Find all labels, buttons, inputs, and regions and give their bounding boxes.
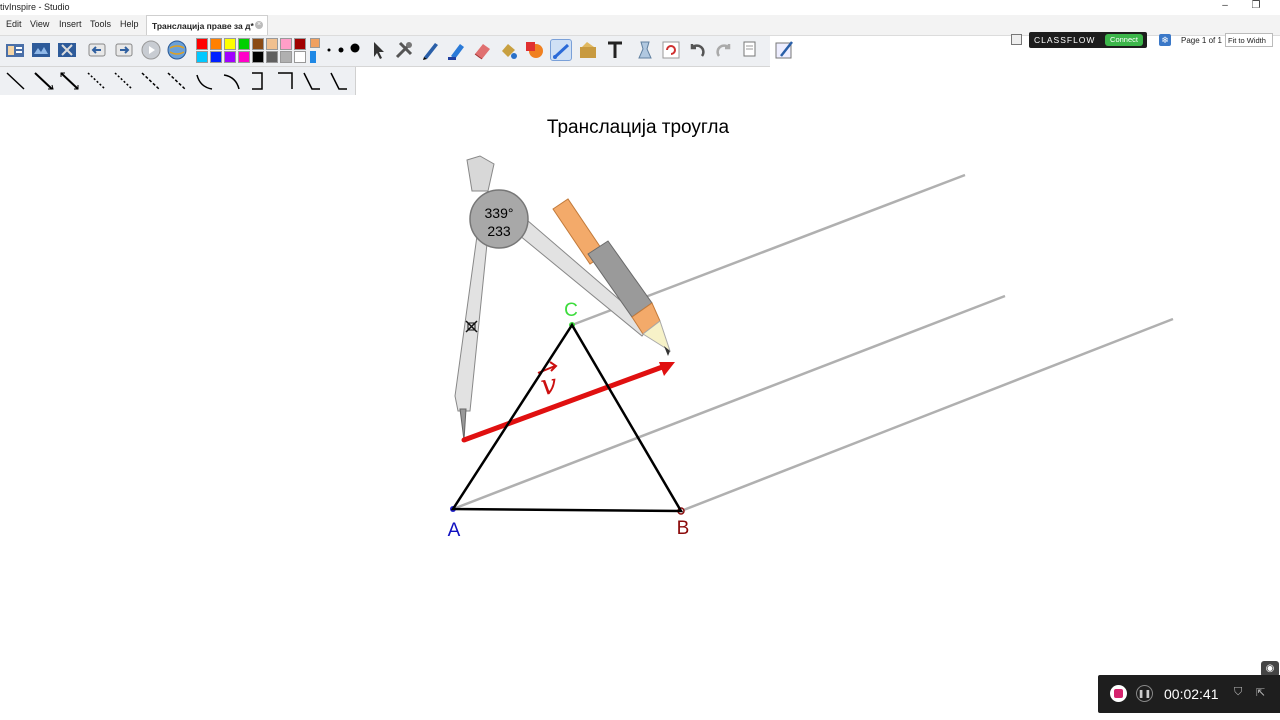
color-swatch[interactable] — [266, 51, 278, 63]
custom-color-swatch[interactable] — [310, 38, 320, 48]
menu-tools[interactable]: Tools — [90, 19, 111, 29]
menu-edit[interactable]: Edit — [6, 19, 22, 29]
vertex-c-label: C — [564, 300, 578, 321]
color-swatch[interactable] — [252, 38, 264, 50]
pause-record-button[interactable]: ❚❚ — [1136, 685, 1153, 702]
minimize-button[interactable]: – — [1217, 0, 1233, 11]
popout-icon[interactable]: ⇱ — [1256, 686, 1265, 699]
menu-view[interactable]: View — [30, 19, 49, 29]
pen-icon[interactable] — [419, 39, 441, 61]
tab-close-icon[interactable]: × — [255, 21, 263, 29]
pen-width-small-icon[interactable] — [322, 39, 344, 61]
page-indicator: Page 1 of 1 — [1181, 36, 1222, 45]
vertex-a-label: A — [448, 520, 461, 541]
undo-icon[interactable] — [686, 39, 708, 61]
translation-vector[interactable] — [461, 362, 676, 443]
flipchart-browser-icon[interactable] — [4, 39, 26, 61]
canvas-title: Транслација троугла — [547, 117, 730, 138]
snowflake-icon[interactable]: ❄ — [1159, 34, 1171, 46]
guide-line[interactable] — [452, 294, 1006, 511]
drawing-svg: Транслација троугла A B C 339° 233 v — [448, 117, 1174, 541]
color-swatch[interactable] — [266, 38, 278, 50]
connector-icon[interactable] — [550, 39, 572, 61]
title-bar: tivInspire - Studio – ❐ — [0, 0, 1280, 15]
globe-icon[interactable] — [166, 39, 188, 61]
magic-ink-icon[interactable] — [577, 39, 599, 61]
line-style-toolbar — [0, 67, 356, 95]
resource-icon[interactable] — [56, 39, 78, 61]
recording-time: 00:02:41 — [1164, 686, 1219, 702]
highlighter-icon[interactable] — [445, 39, 467, 61]
color-swatch[interactable] — [294, 38, 306, 50]
eraser-icon[interactable] — [471, 39, 493, 61]
color-swatch[interactable] — [280, 38, 292, 50]
tab-document-label: Трансл­ација праве за д* — [152, 21, 254, 31]
vertex-b-label: B — [677, 518, 690, 539]
pen-width-large-icon[interactable] — [344, 39, 366, 61]
shape-icon[interactable] — [523, 39, 545, 61]
next-page-icon[interactable] — [113, 39, 135, 61]
color-swatch[interactable] — [224, 38, 236, 50]
color-swatch[interactable] — [210, 38, 222, 50]
color-swatch[interactable] — [196, 38, 208, 50]
prompt-icon[interactable] — [1011, 34, 1022, 45]
fill-icon[interactable] — [497, 39, 519, 61]
reset-icon[interactable] — [660, 39, 682, 61]
previous-page-icon[interactable] — [86, 39, 108, 61]
menu-help[interactable]: Help — [120, 19, 139, 29]
classflow-label: CLASSFLOW — [1034, 35, 1096, 45]
color-swatch[interactable] — [224, 51, 236, 63]
color-swatch[interactable] — [238, 38, 250, 50]
guide-line[interactable] — [680, 317, 1174, 513]
triangle-abc[interactable] — [450, 322, 684, 513]
color-swatch[interactable] — [294, 51, 306, 63]
color-swatch[interactable] — [252, 51, 264, 63]
screen-recorder-bar: ❚❚ 00:02:41 ⛉ ⇱ — [1098, 675, 1280, 713]
window-title: tivInspire - Studio — [0, 2, 70, 12]
stop-record-button[interactable] — [1110, 685, 1127, 702]
text-icon[interactable] — [604, 39, 626, 61]
compass-length: 233 — [487, 223, 511, 239]
tab-document[interactable]: Трансл­ација праве за д* × — [146, 15, 268, 35]
page-icon[interactable] — [739, 39, 761, 61]
compass-angle: 339° — [485, 205, 514, 221]
menu-insert[interactable]: Insert — [59, 19, 82, 29]
tools-icon[interactable] — [393, 39, 415, 61]
main-toolbar — [0, 36, 793, 67]
classflow-panel: CLASSFLOW Connect — [1029, 32, 1147, 48]
flipchart-canvas[interactable]: Транслација троугла A B C 339° 233 v — [0, 96, 1280, 720]
zoom-select[interactable]: Fit to Width — [1225, 33, 1273, 47]
play-icon[interactable] — [140, 39, 162, 61]
color-swatch[interactable] — [196, 51, 208, 63]
browser-icon[interactable] — [30, 39, 52, 61]
line-width-indicator — [310, 51, 316, 63]
color-swatch[interactable] — [238, 51, 250, 63]
color-swatch[interactable] — [280, 51, 292, 63]
shield-icon[interactable]: ⛉ — [1234, 686, 1242, 699]
select-icon[interactable] — [367, 39, 389, 61]
classflow-connect-button[interactable]: Connect — [1105, 34, 1143, 46]
restore-button[interactable]: ❐ — [1248, 0, 1264, 11]
clear-icon[interactable] — [634, 39, 656, 61]
line-styles-strip[interactable] — [0, 67, 355, 95]
recognition-icon[interactable] — [773, 39, 795, 61]
redo-icon[interactable] — [713, 39, 735, 61]
color-swatch[interactable] — [210, 51, 222, 63]
